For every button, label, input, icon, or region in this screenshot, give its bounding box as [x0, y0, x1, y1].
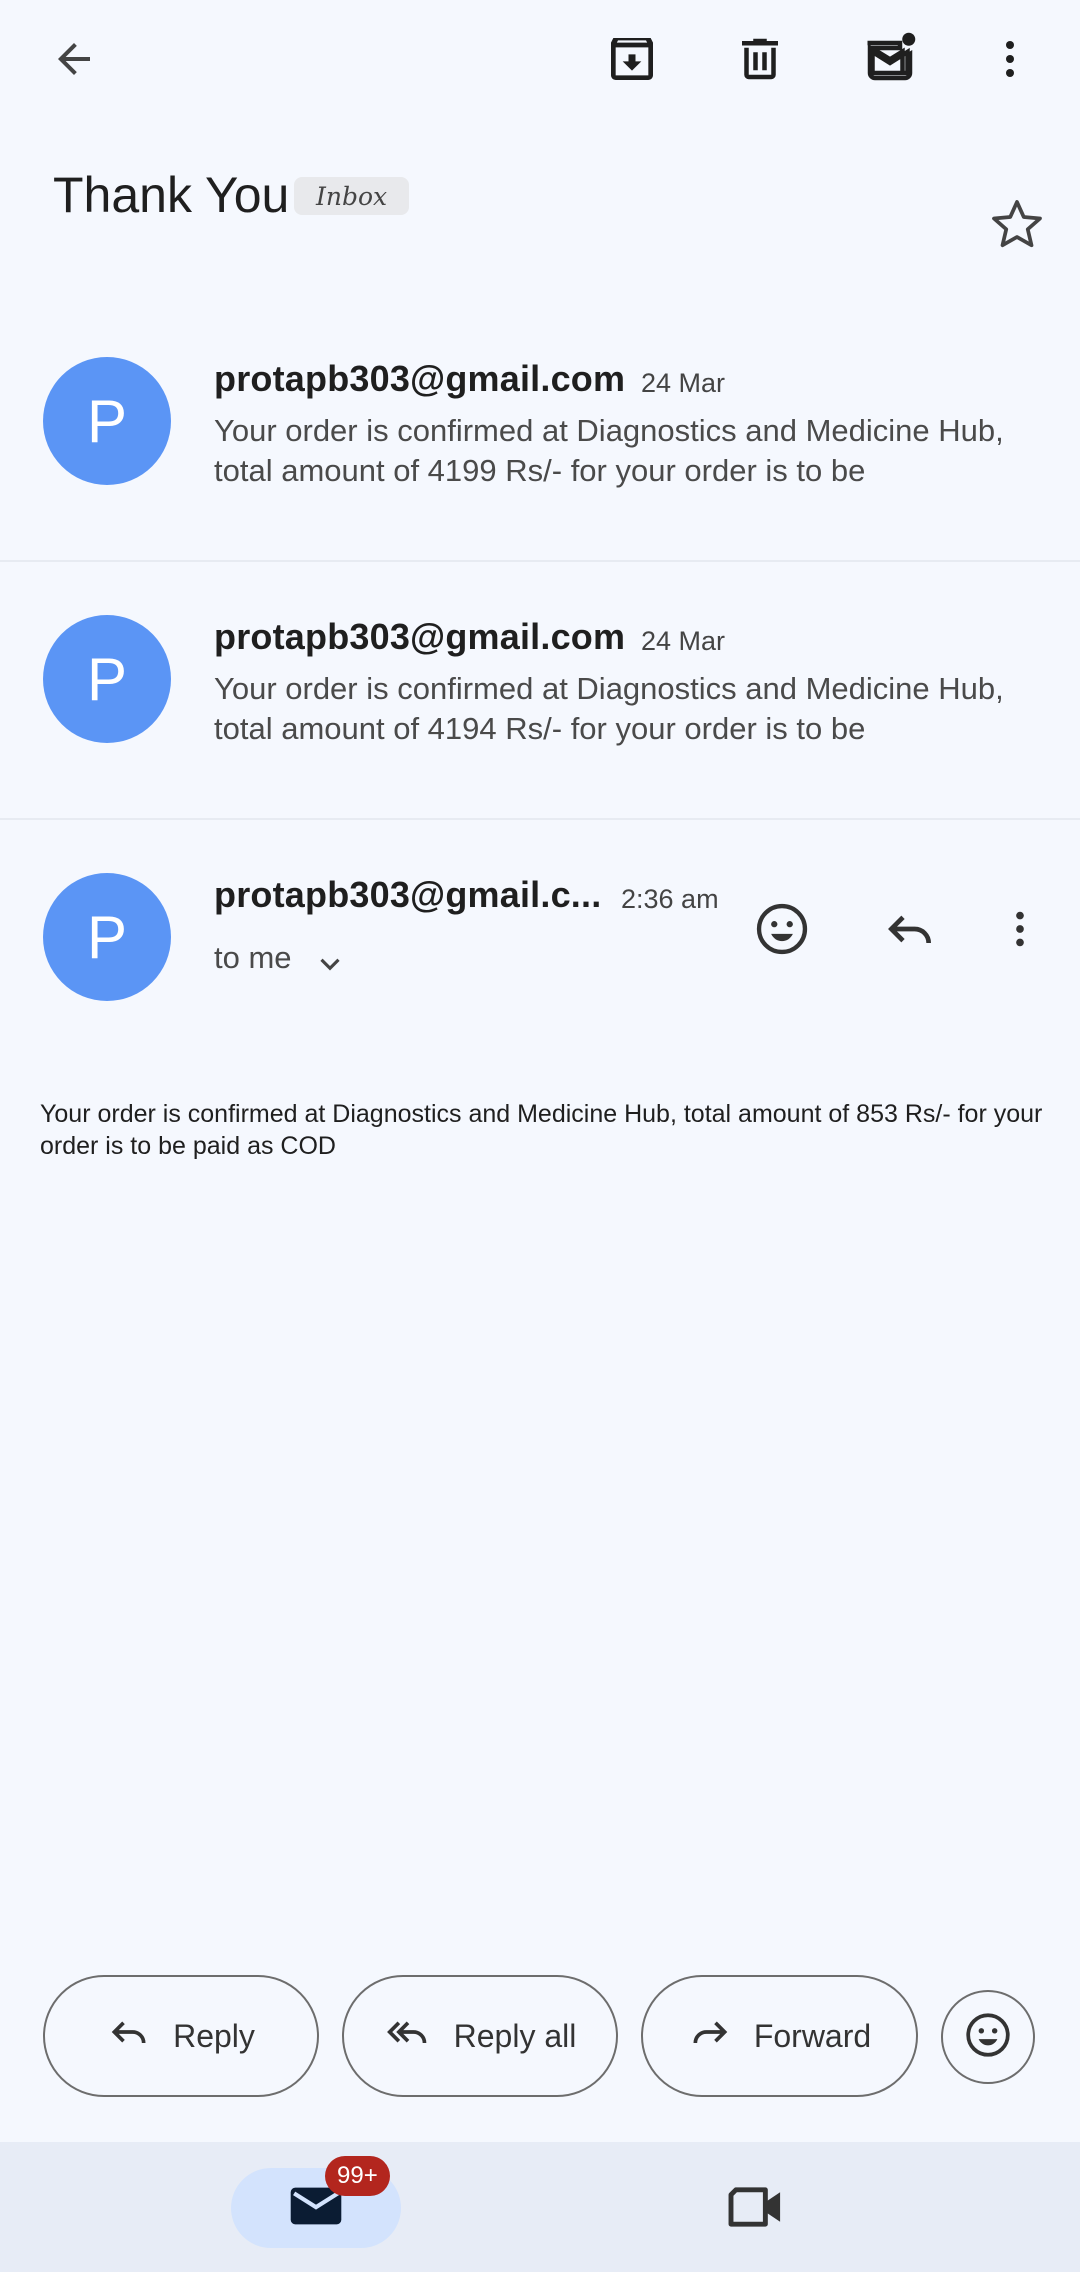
emoji-icon — [963, 2010, 1013, 2065]
chevron-down-icon[interactable] — [310, 944, 350, 984]
sender-name[interactable]: protapb303@gmail.c... — [214, 874, 601, 916]
more-vert-icon[interactable] — [978, 27, 1042, 91]
back-arrow-icon[interactable] — [42, 27, 106, 91]
message-date: 24 Mar — [641, 368, 726, 398]
sender-avatar: P — [43, 873, 171, 1001]
forward-button[interactable]: Forward — [641, 1975, 918, 2097]
more-vert-icon[interactable] — [990, 894, 1050, 964]
forward-label: Forward — [753, 2017, 872, 2054]
message-date: 24 Mar — [641, 626, 726, 656]
top-app-bar — [0, 0, 1080, 120]
reply-all-button[interactable]: Reply all — [342, 1975, 618, 2097]
reply-label: Reply — [173, 2017, 255, 2054]
emoji-reaction-icon[interactable] — [747, 894, 817, 964]
message-body: Your order is confirmed at Diagnostics a… — [40, 1100, 1043, 1160]
mark-unread-icon[interactable] — [852, 24, 928, 92]
reply-button[interactable]: Reply — [43, 1975, 319, 2097]
emoji-reaction-button[interactable] — [941, 1990, 1035, 2084]
reply-all-label: Reply all — [453, 2017, 577, 2054]
reply-icon[interactable] — [875, 894, 945, 964]
archive-icon[interactable] — [596, 27, 668, 91]
subject-title: Thank You — [53, 167, 290, 223]
collapsed-message[interactable]: P protapb303@gmail.com 24 Mar Your order… — [0, 290, 1080, 560]
message-time: 2:36 am — [621, 884, 719, 914]
sender-name: protapb303@gmail.com — [214, 358, 626, 399]
open-message-header: P protapb303@gmail.c... 2:36 am to me — [0, 806, 1080, 1036]
unread-count-badge: 99+ — [325, 2156, 390, 2196]
delete-icon[interactable] — [724, 27, 796, 91]
star-icon[interactable] — [982, 190, 1052, 260]
sender-avatar: P — [43, 357, 171, 485]
message-snippet: Your order is confirmed at Diagnostics a… — [214, 413, 1004, 488]
collapsed-message[interactable]: P protapb303@gmail.com 24 Mar Your order… — [0, 548, 1080, 818]
reply-icon — [107, 2010, 151, 2062]
forward-icon — [688, 2010, 732, 2062]
bottom-navigation: 99+ — [0, 2142, 1080, 2272]
inbox-label-chip[interactable]: Inbox — [294, 177, 410, 215]
sender-avatar: P — [43, 615, 171, 743]
recipient-label[interactable]: to me — [214, 940, 292, 976]
sender-name: protapb303@gmail.com — [214, 616, 626, 657]
video-camera-icon[interactable] — [726, 2180, 798, 2240]
message-snippet: Your order is confirmed at Diagnostics a… — [214, 671, 1004, 746]
reply-all-icon — [384, 2010, 432, 2062]
